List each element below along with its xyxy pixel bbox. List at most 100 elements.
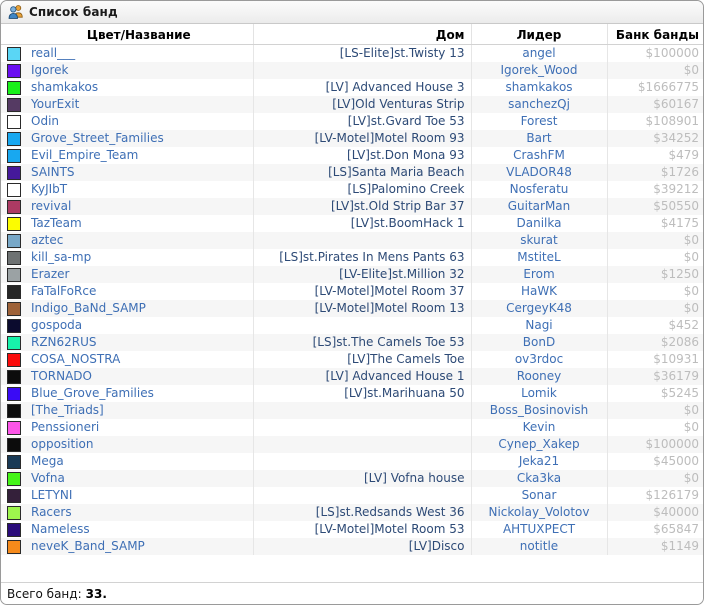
gang-bank-cell: $452 [606,317,703,334]
gang-house-cell: [LV] Vofna house [252,470,471,487]
gang-color-cell [1,504,25,521]
table-row[interactable]: Racers [LS]st.Redsands West 36 Nickolay_Vo… [1,504,703,521]
gang-leader-cell: Igorek_Wood [470,62,607,79]
gang-bank-cell: $0 [606,470,703,487]
gang-bank-cell: $1666775 [606,79,703,96]
column-header-bank[interactable]: Банк банды [606,24,703,45]
gang-name-cell: TazTeam [31,216,82,230]
gang-house-cell: [LV]st.Old Strip Bar 37 [252,198,471,215]
gang-leader-cell: notitle [470,538,607,555]
table-row[interactable]: Igorek Igorek_Wood $0 [1,62,703,79]
gang-table: Цвет/Название Дом Лидер Банк банды reall… [1,24,703,555]
gang-leader-cell: skurat [470,232,607,249]
gang-leader-cell: BonD [470,334,607,351]
gang-color-swatch [7,420,21,435]
gang-color-cell [1,487,25,504]
gang-name-cell: opposition [31,437,94,451]
column-header-color-name[interactable]: Цвет/Название [25,24,253,45]
gang-name-cell: neveK_Band_SAMP [31,539,145,553]
table-row[interactable]: opposition Cynep_Xakep $100000 [1,436,703,453]
table-row[interactable]: [The_Triads] Boss_Bosinovish $0 [1,402,703,419]
gang-color-swatch [7,471,21,486]
gang-leader-cell: Cynep_Xakep [470,436,607,453]
gang-bank-cell: $0 [606,232,703,249]
gang-leader-cell: Rooney [470,368,607,385]
window-title: Список банд [29,5,118,19]
gang-leader-cell: CergeyK48 [470,300,607,317]
header-row: Цвет/Название Дом Лидер Банк банды [1,24,703,45]
gang-color-cell [1,300,25,317]
gang-name-cell: Erazer [31,267,70,281]
table-row[interactable]: aztec skurat $0 [1,232,703,249]
table-row[interactable]: KyJIbT [LS]Palomino Creek Nosferatu $39212 [1,181,703,198]
table-row[interactable]: Vofna [LV] Vofna house Cka3ka $0 [1,470,703,487]
gang-color-cell [1,436,25,453]
gang-house-cell: [LV]Disco [252,538,471,555]
table-row[interactable]: shamkakos [LV] Advanced House 3 shamkakos $… [1,79,703,96]
table-row[interactable]: Blue_Grove_Families [LV]st.Marihuana 50 Lo… [1,385,703,402]
gang-color-cell [1,113,25,130]
gang-bank-cell: $0 [606,249,703,266]
gang-leader-cell: HaWK [470,283,607,300]
table-row[interactable]: TazTeam [LV]st.BoomHack 1 Danilka $4175 [1,215,703,232]
gang-leader-cell: sanchezQj [470,96,607,113]
gang-leader-cell: Nosferatu [470,181,607,198]
table-row[interactable]: Odin [LV]st.Gvard Toe 53 Forest $108901 [1,113,703,130]
gang-color-swatch [7,454,21,469]
gang-color-cell [1,334,25,351]
table-row[interactable]: Erazer [LV-Elite]st.Million 32 Erom $1250 [1,266,703,283]
gang-leader-cell: Bart [470,130,607,147]
gang-color-swatch [7,233,21,248]
gang-leader-cell: GuitarMan [470,198,607,215]
gang-color-cell [1,317,25,334]
gang-name-cell: FaTalFoRce [31,284,97,298]
table-row[interactable]: YourExit [LV]Old Venturas Strip sanchezQj $… [1,96,703,113]
table-row[interactable]: COSA_NOSTRA [LV]The Camels Toe ov3rdoc $109… [1,351,703,368]
gang-color-swatch [7,46,21,61]
table-row[interactable]: Nameless [LV-Motel]Motel Room 53 AHTUXPECT… [1,521,703,538]
gang-bank-cell: $39212 [606,181,703,198]
table-row[interactable]: Indigo_BaNd_SAMP [LV-Motel]Motel Room 13 C… [1,300,703,317]
column-header-leader[interactable]: Лидер [470,24,607,45]
gang-name-cell: shamkakos [31,80,99,94]
gang-name-cell: aztec [31,233,64,247]
gang-name-cell: [The_Triads] [31,403,104,417]
table-row[interactable]: reall___ [LS-Elite]st.Twisty 13 angel $1000… [1,44,703,62]
table-row[interactable]: neveK_Band_SAMP [LV]Disco notitle $1149 [1,538,703,555]
gang-house-cell: [LS]Santa Maria Beach [252,164,471,181]
gang-leader-cell: AHTUXPECT [470,521,607,538]
table-row[interactable]: kill_sa-mp [LS]st.Pirates In Mens Pants 6… [1,249,703,266]
gang-bank-cell: $50550 [606,198,703,215]
gang-bank-cell: $5245 [606,385,703,402]
column-header-house[interactable]: Дом [252,24,471,45]
table-row[interactable]: SAINTS [LS]Santa Maria Beach VLADOR48 $1726 [1,164,703,181]
gang-color-swatch [7,488,21,503]
table-row[interactable]: FaTalFoRce [LV-Motel]Motel Room 37 HaWK $0 [1,283,703,300]
gang-color-swatch [7,250,21,265]
gang-house-cell: [LS-Elite]st.Twisty 13 [252,44,471,62]
gang-bank-cell: $40000 [606,504,703,521]
table-row[interactable]: RZN62RUS [LS]st.The Camels Toe 53 BonD $208… [1,334,703,351]
gang-name-cell: gospoda [31,318,83,332]
gang-color-swatch [7,80,21,95]
gang-house-cell: [LV-Motel]Motel Room 93 [252,130,471,147]
table-row[interactable]: gospoda Nagi $452 [1,317,703,334]
gang-name-cell: RZN62RUS [31,335,97,349]
gang-leader-cell: Boss_Bosinovish [470,402,607,419]
gang-bank-cell: $0 [606,283,703,300]
table-row[interactable]: revival [LV]st.Old Strip Bar 37 GuitarMan $… [1,198,703,215]
table-row[interactable]: TORNADO [LV] Advanced House 1 Rooney $36179 [1,368,703,385]
table-row[interactable]: Grove_Street_Families [LV-Motel]Motel Roo… [1,130,703,147]
gang-leader-cell: angel [470,44,607,62]
gang-name-cell: kill_sa-mp [31,250,92,264]
table-row[interactable]: Mega Jeka21 $45000 [1,453,703,470]
gang-bank-cell: $1250 [606,266,703,283]
total-bands-count: 33. [85,586,107,601]
gang-color-swatch [7,63,21,78]
gang-color-swatch [7,131,21,146]
gang-color-cell [1,521,25,538]
gang-color-swatch [7,369,21,384]
table-row[interactable]: Penssioneri Kevin $0 [1,419,703,436]
table-row[interactable]: Evil_Empire_Team [LV]st.Don Mona 93 CrashF… [1,147,703,164]
table-row[interactable]: LETYNI Sonar $126179 [1,487,703,504]
